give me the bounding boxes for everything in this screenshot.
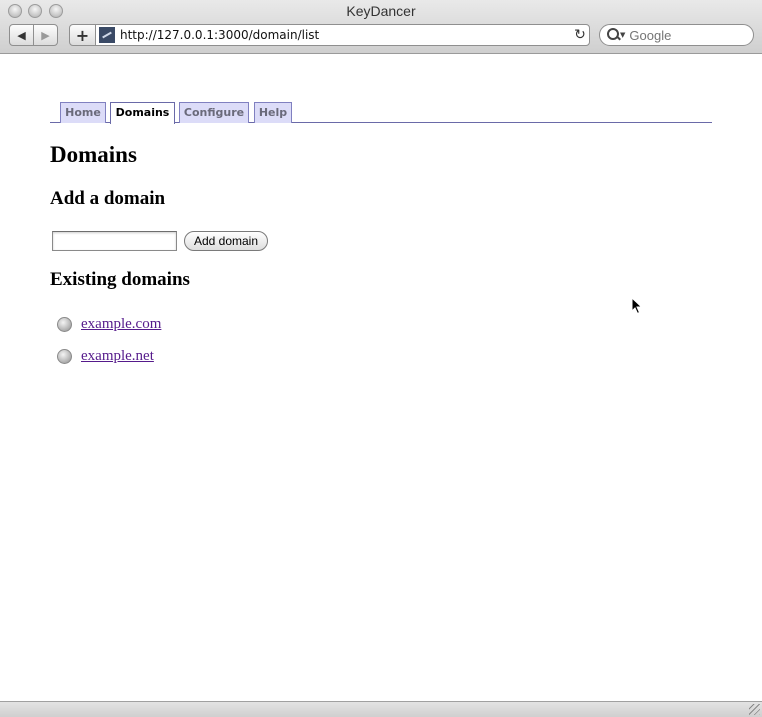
search-icon	[606, 27, 622, 43]
add-domain-button[interactable]: Add domain	[184, 231, 268, 251]
address-bar[interactable]: http://127.0.0.1:3000/domain/list ↻	[95, 24, 590, 46]
page-title: Domains	[50, 142, 137, 167]
existing-domains-heading: Existing domains	[50, 269, 190, 290]
reload-icon[interactable]: ↻	[571, 27, 589, 43]
list-item: example.com	[57, 316, 161, 348]
mouse-pointer-icon	[631, 297, 643, 315]
back-button[interactable]: ◀	[9, 24, 34, 46]
window-title: KeyDancer	[346, 3, 416, 19]
add-domain-heading: Add a domain	[50, 188, 166, 209]
forward-arrow-icon: ▶	[41, 28, 50, 42]
domain-list: example.com example.net	[57, 316, 161, 380]
site-favicon-icon	[99, 27, 115, 43]
bullet-icon	[57, 349, 72, 364]
list-item: example.net	[57, 348, 161, 380]
domain-link[interactable]: example.com	[81, 316, 161, 333]
main-tab-bar: Home Domains Configure Help	[50, 102, 712, 124]
url-text[interactable]: http://127.0.0.1:3000/domain/list	[120, 28, 571, 42]
plus-icon: +	[75, 25, 90, 45]
search-field[interactable]: ▼	[599, 24, 754, 46]
domain-link[interactable]: example.net	[81, 348, 154, 365]
tab-help[interactable]: Help	[254, 102, 292, 123]
status-bar	[0, 701, 762, 717]
tab-home[interactable]: Home	[60, 102, 106, 123]
tab-configure[interactable]: Configure	[179, 102, 249, 123]
back-arrow-icon: ◀	[17, 28, 26, 42]
tab-domains[interactable]: Domains	[110, 102, 175, 124]
browser-titlebar: KeyDancer ◀ ▶ + http://127.0.0.1:3000/do…	[0, 0, 762, 54]
add-bookmark-button[interactable]: +	[69, 24, 96, 46]
forward-button[interactable]: ▶	[33, 24, 58, 46]
search-input[interactable]	[629, 27, 745, 43]
domain-name-input[interactable]	[52, 231, 177, 251]
resize-grip-icon[interactable]	[749, 704, 760, 715]
bullet-icon	[57, 317, 72, 332]
